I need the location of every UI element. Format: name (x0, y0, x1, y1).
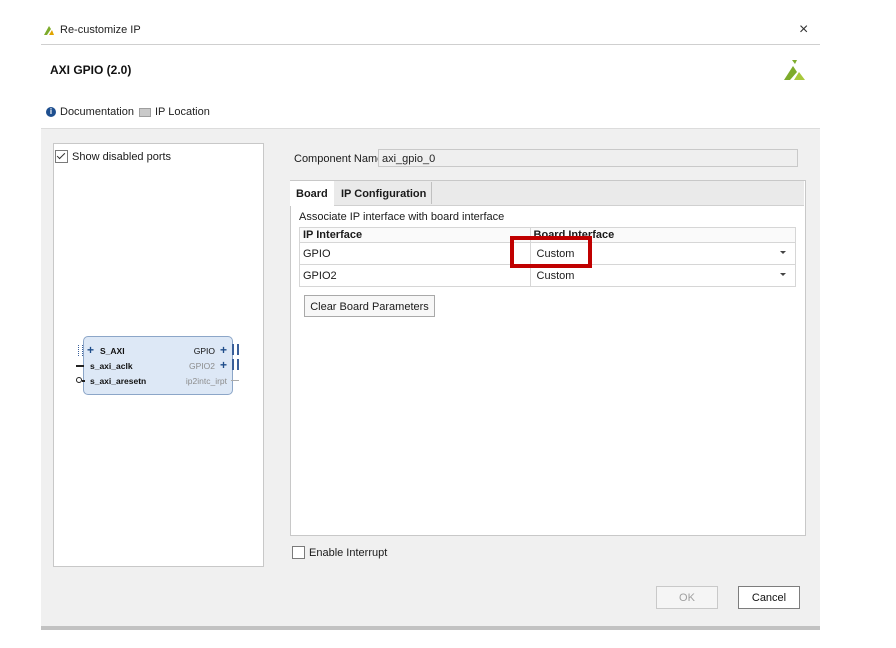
port-s-axi-aclk: s_axi_aclk (90, 361, 133, 371)
show-disabled-ports-label: Show disabled ports (72, 150, 172, 163)
port-s-axi: S_AXI (100, 346, 125, 356)
documentation-label: Documentation (60, 106, 134, 118)
reset-port-line (82, 380, 85, 382)
checkbox-checked-icon[interactable] (55, 150, 68, 163)
component-name-field[interactable]: axi_gpio_0 (378, 149, 798, 167)
bus-port-stub-icon (232, 344, 239, 355)
ip-interface-cell: GPIO (299, 242, 531, 265)
folder-icon (139, 107, 151, 117)
ok-button[interactable]: OK (656, 586, 718, 609)
ip-location-label: IP Location (155, 106, 210, 118)
clear-board-parameters-button[interactable]: Clear Board Parameters (304, 295, 435, 317)
title-bar (41, 16, 820, 45)
port-gpio2: GPIO2 (189, 361, 215, 371)
show-disabled-ports-checkbox[interactable]: Show disabled ports (55, 150, 171, 163)
ip-title: AXI GPIO (2.0) (50, 63, 132, 77)
dropdown-caret-icon[interactable] (780, 251, 786, 254)
ip-interface-cell: GPIO2 (299, 264, 531, 287)
expand-plus-icon[interactable]: + (220, 359, 227, 371)
cancel-button[interactable]: Cancel (738, 586, 800, 609)
info-icon: i (46, 107, 56, 117)
clock-port-stub-icon (76, 365, 84, 367)
close-icon[interactable]: × (799, 20, 808, 40)
documentation-link[interactable]: i Documentation (46, 106, 134, 118)
interrupt-port-stub-icon (231, 380, 239, 381)
component-name-label: Component Name (294, 153, 384, 165)
vivado-logo-icon (784, 60, 805, 80)
checkbox-unchecked-icon[interactable] (292, 546, 305, 559)
enable-interrupt-label: Enable Interrupt (309, 546, 388, 559)
board-tab-description: Associate IP interface with board interf… (299, 211, 505, 223)
column-header-ip-interface: IP Interface (299, 227, 531, 243)
ip-location-link[interactable]: IP Location (139, 106, 210, 118)
board-interface-value: Custom (536, 269, 575, 282)
tab-ip-configuration[interactable]: IP Configuration (335, 181, 432, 205)
port-gpio: GPIO (193, 346, 215, 356)
tab-board[interactable]: Board (290, 181, 334, 206)
port-s-axi-aresetn: s_axi_aresetn (90, 376, 147, 386)
highlight-box (510, 236, 592, 268)
dropdown-caret-icon[interactable] (780, 273, 786, 276)
expand-plus-icon[interactable]: + (87, 344, 94, 356)
expand-plus-icon[interactable]: + (220, 344, 227, 356)
port-ip2intc-irpt: ip2intc_irpt (185, 376, 227, 386)
dialog-bottom-border (41, 626, 820, 630)
bus-port-stub-icon (232, 359, 239, 370)
bus-port-stub-icon (78, 345, 83, 356)
xilinx-logo-icon (44, 26, 54, 35)
tab-divider (431, 182, 432, 204)
window-title: Re-customize IP (60, 24, 141, 36)
enable-interrupt-checkbox[interactable]: Enable Interrupt (292, 546, 387, 559)
